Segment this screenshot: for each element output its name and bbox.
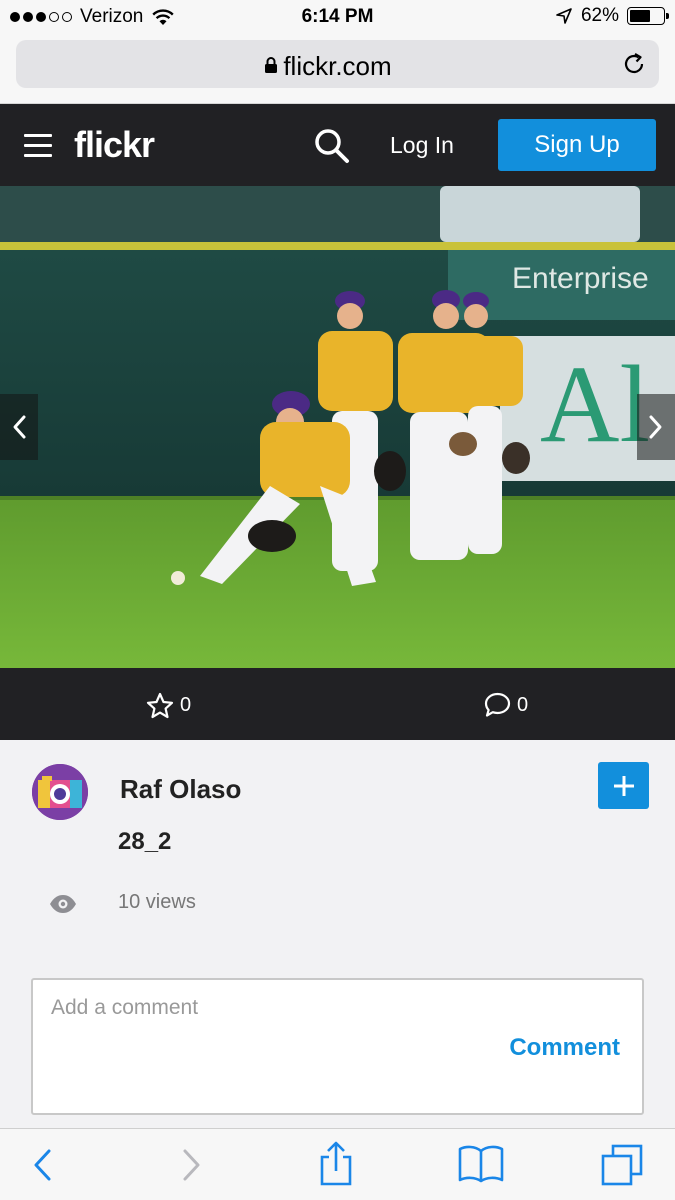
owner-name[interactable]: Raf Olaso xyxy=(120,774,241,805)
address-bar[interactable]: flickr.com xyxy=(16,40,659,88)
photo-title: 28_2 xyxy=(118,828,172,855)
avatar[interactable] xyxy=(32,764,88,820)
comments-button[interactable]: 0 xyxy=(484,692,528,718)
site-header: flickr Log In Sign Up xyxy=(0,104,675,186)
battery-icon xyxy=(627,7,669,25)
baseball-photo: Enterprise Al xyxy=(0,186,675,668)
comment-bubble-icon xyxy=(484,692,511,717)
login-link[interactable]: Log In xyxy=(390,132,454,159)
location-arrow-icon xyxy=(556,8,572,24)
previous-photo-button[interactable] xyxy=(0,394,38,460)
bookmarks-icon[interactable] xyxy=(458,1143,504,1183)
eye-icon xyxy=(50,895,76,913)
comments-count: 0 xyxy=(517,693,529,716)
back-icon[interactable] xyxy=(30,1145,54,1185)
chevron-right-icon xyxy=(649,415,662,439)
screen: Verizon 6:14 PM 62% flickr.com flickr Lo… xyxy=(0,0,675,1200)
comment-submit-button[interactable]: Comment xyxy=(509,1034,620,1062)
photo-actions-bar: 0 0 xyxy=(0,668,675,740)
next-photo-button[interactable] xyxy=(637,394,675,460)
camera-avatar-icon xyxy=(32,764,88,820)
view-count: 10 views xyxy=(118,891,196,913)
battery-fill xyxy=(630,10,650,22)
browser-toolbar xyxy=(0,1128,675,1200)
svg-text:Enterprise: Enterprise xyxy=(512,262,649,295)
reload-icon[interactable] xyxy=(621,51,647,77)
photo-viewer[interactable]: Enterprise Al xyxy=(0,186,675,668)
menu-icon[interactable] xyxy=(24,134,52,158)
status-right: 62% xyxy=(555,5,669,27)
signup-button[interactable]: Sign Up xyxy=(498,119,656,171)
battery-percent: 62% xyxy=(580,5,619,26)
tabs-icon[interactable] xyxy=(600,1143,644,1187)
url-text: flickr.com xyxy=(283,51,392,81)
chevron-left-icon xyxy=(13,415,26,439)
comment-input[interactable] xyxy=(51,996,611,1020)
follow-button[interactable] xyxy=(598,762,649,809)
comment-box: Comment xyxy=(31,978,644,1115)
share-icon[interactable] xyxy=(318,1141,354,1187)
star-icon xyxy=(146,692,174,719)
flickr-logo[interactable]: flickr xyxy=(74,124,155,166)
forward-icon[interactable] xyxy=(180,1145,204,1185)
favorites-count: 0 xyxy=(180,694,192,716)
svg-text:Al: Al xyxy=(540,343,650,465)
plus-icon xyxy=(613,775,634,796)
browser-chrome: flickr.com xyxy=(0,36,675,104)
favorite-button[interactable]: 0 xyxy=(146,692,191,719)
status-bar: Verizon 6:14 PM 62% xyxy=(0,0,675,36)
search-icon[interactable] xyxy=(314,128,350,164)
